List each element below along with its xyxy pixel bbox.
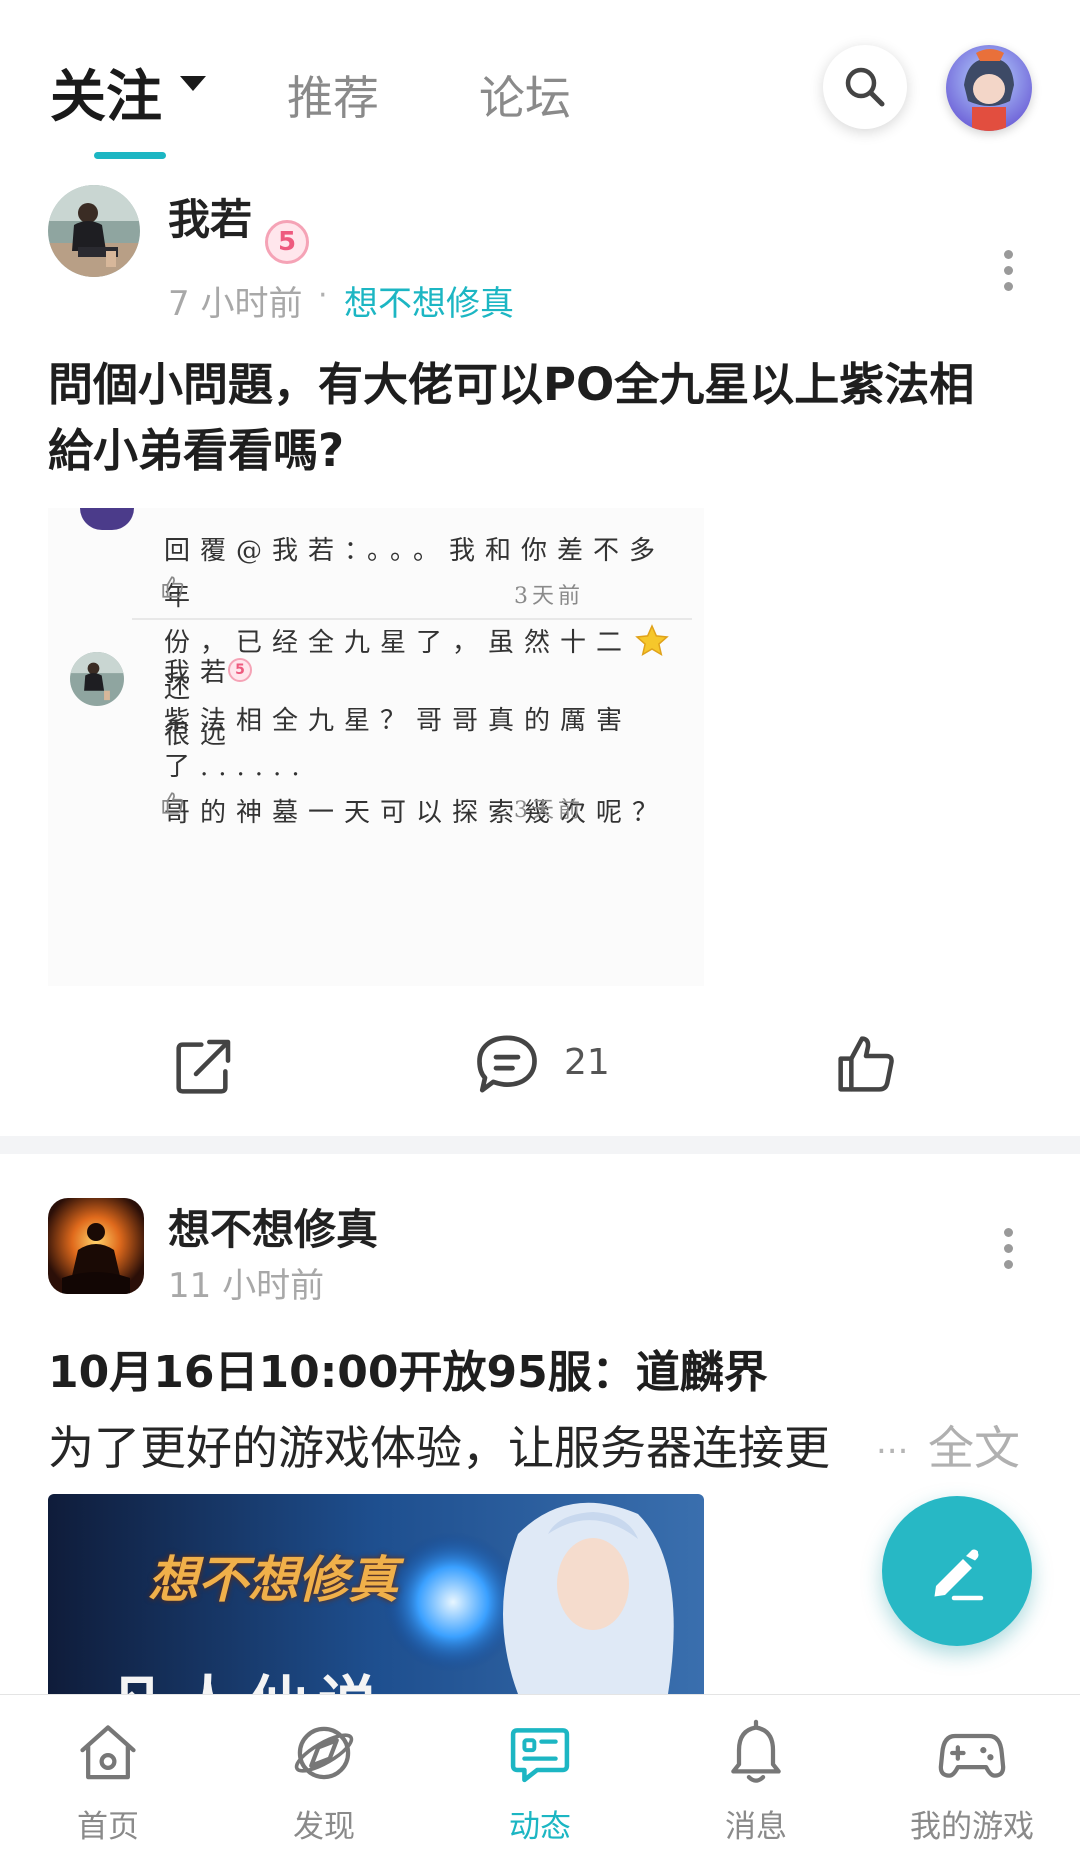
more-options-icon[interactable] (1002, 1221, 1014, 1276)
post-title-line1: 問個小問題，有大佬可以PO全九星以上紫法相 (48, 358, 975, 411)
nav-my-games[interactable]: 我的游戏 (864, 1695, 1080, 1857)
divider (132, 618, 692, 620)
nav-label-messages: 消息 (725, 1809, 787, 1845)
comment-like-icon[interactable] (160, 574, 186, 600)
nav-label-discover: 发现 (293, 1809, 355, 1845)
bell-icon (731, 1719, 781, 1783)
more-options-icon[interactable] (1002, 243, 1014, 298)
profile-avatar[interactable] (946, 45, 1032, 131)
post-title-line2: 給小弟看看嗎? (48, 424, 345, 477)
game-avatar[interactable] (48, 1198, 144, 1294)
comment-text: 紫法相全九星？哥哥真的厲害了...... 哥的神墓一天可以探索幾次呢？ (164, 706, 669, 828)
level-badge: 5 (265, 220, 309, 264)
tab-recommended[interactable]: 推荐 (287, 62, 379, 128)
comment-time: 3天前 (514, 584, 584, 609)
tab-dropdown-caret-icon[interactable] (180, 76, 206, 91)
like-icon[interactable] (834, 1032, 898, 1096)
post2-time: 11 小时前 (168, 1266, 325, 1306)
truncation-ellipsis: ... (876, 1422, 909, 1462)
gamepad-icon (938, 1733, 1006, 1778)
bottom-nav: 首页 发现 动态 消息 我的游戏 (0, 1694, 1080, 1857)
home-icon (80, 1725, 136, 1780)
nav-discover[interactable]: 发现 (216, 1695, 432, 1857)
share-icon[interactable] (172, 1034, 236, 1098)
post-separator (0, 1136, 1080, 1154)
banner-logo-text: 想不想修真 (148, 1550, 398, 1609)
comment-icon[interactable] (474, 1032, 540, 1096)
compose-button[interactable] (882, 1496, 1032, 1646)
nav-messages[interactable]: 消息 (648, 1695, 864, 1857)
comment-avatar (70, 652, 124, 706)
search-button[interactable] (823, 45, 907, 129)
nav-label-my-games: 我的游戏 (910, 1809, 1034, 1845)
comment-time: 3天前 (514, 798, 584, 823)
post-game-link[interactable]: 想不想修真 (344, 276, 514, 325)
active-tab-indicator (94, 152, 166, 159)
cropped-avatar (80, 508, 134, 530)
comment-like-icon[interactable] (160, 790, 186, 816)
tab-forum[interactable]: 论坛 (479, 62, 571, 128)
nav-home[interactable]: 首页 (0, 1695, 216, 1857)
post2-banner-image[interactable]: 想不想修真 凡人仙说 (48, 1494, 704, 1694)
banner-caption: 凡人仙说 (108, 1656, 388, 1694)
discover-icon (294, 1726, 354, 1780)
star-icon (635, 624, 669, 657)
feed-icon (510, 1728, 570, 1783)
post2-author-name[interactable]: 想不想修真 (168, 1196, 378, 1257)
nav-label-feed: 动态 (509, 1809, 571, 1845)
post-author-name[interactable]: 我若 (168, 186, 252, 247)
comment-level-badge: 5 (228, 658, 252, 682)
tab-following[interactable]: 关注 (50, 52, 162, 133)
post-image[interactable]: 回覆@我若：。。。我和你差不多年 份，已经全九星了，虽然十二还 很远 3天前 我… (48, 508, 704, 986)
post2-body[interactable]: 为了更好的游戏体验，让服务器连接更 (48, 1412, 830, 1478)
user-avatar[interactable] (48, 185, 140, 277)
pen-icon (934, 1549, 984, 1601)
nav-label-home: 首页 (77, 1809, 139, 1845)
search-icon (845, 67, 885, 107)
comment-author: 我若 (164, 658, 237, 688)
post-title[interactable]: 問個小問題，有大佬可以PO全九星以上紫法相 給小弟看看嗎? (48, 352, 1048, 484)
expand-fulltext-link[interactable]: 全文 (928, 1412, 1020, 1478)
comment-count: 21 (564, 1042, 610, 1083)
nav-feed[interactable]: 动态 (432, 1695, 648, 1857)
meta-separator: · (318, 278, 328, 313)
post-time: 7 小时前 (168, 284, 303, 324)
post2-title[interactable]: 10月16日10:00开放95服：道麟界 (48, 1336, 768, 1400)
